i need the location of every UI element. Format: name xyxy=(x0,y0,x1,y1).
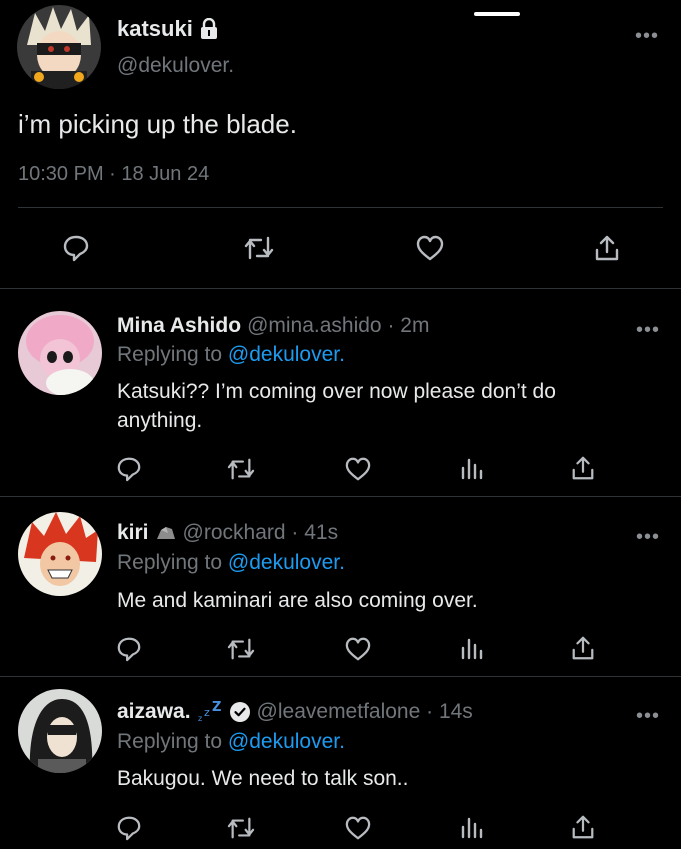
main-tweet-text: i’m picking up the blade. xyxy=(18,109,297,139)
reply-display-name[interactable]: aizawa. xyxy=(117,700,191,724)
reply-text: Bakugou. We need to talk son.. xyxy=(117,767,409,790)
reply-handle-time[interactable]: @rockhard · 41s xyxy=(183,521,339,545)
replying-to-link[interactable]: @dekulover. xyxy=(228,551,345,574)
verified-icon xyxy=(229,701,251,723)
replying-prefix: Replying to xyxy=(117,343,223,366)
reply-header: aizawa. zzZ @leavemetfalone · 14s xyxy=(117,700,473,724)
main-display-name-row: katsuki xyxy=(117,16,219,42)
retweet-icon[interactable] xyxy=(227,456,255,482)
reply-text: Katsuki?? I’m coming over now please don… xyxy=(117,380,556,432)
main-timestamp[interactable]: 10:30 PM · 18 Jun 24 xyxy=(18,163,209,186)
main-display-name[interactable]: katsuki xyxy=(117,16,193,42)
share-icon[interactable] xyxy=(570,634,596,662)
analytics-icon[interactable] xyxy=(459,636,483,660)
divider xyxy=(0,288,681,289)
share-icon[interactable] xyxy=(570,454,596,482)
replying-to: Replying to @dekulover. xyxy=(117,730,345,754)
reply-icon[interactable] xyxy=(116,815,142,841)
retweet-icon[interactable] xyxy=(244,234,274,262)
replying-to-link[interactable]: @dekulover. xyxy=(228,343,345,366)
reply-handle-time[interactable]: @leavemetfalone · 14s xyxy=(257,700,473,724)
like-icon[interactable] xyxy=(344,815,372,841)
rock-emoji-icon xyxy=(155,525,177,541)
replying-to: Replying to @dekulover. xyxy=(117,551,345,575)
analytics-icon[interactable] xyxy=(459,456,483,480)
reply-text: Me and kaminari are also coming over. xyxy=(117,589,478,612)
reply-header: Mina Ashido @mina.ashido · 2m xyxy=(117,314,429,338)
like-icon[interactable] xyxy=(415,234,445,262)
divider xyxy=(0,496,681,497)
reply-icon[interactable] xyxy=(116,636,142,662)
analytics-icon[interactable] xyxy=(459,815,483,839)
reply-more-icon[interactable]: ••• xyxy=(636,706,660,726)
avatar-aizawa[interactable] xyxy=(18,689,102,773)
main-more-icon[interactable]: ••• xyxy=(635,26,659,46)
like-icon[interactable] xyxy=(344,456,372,482)
like-icon[interactable] xyxy=(344,636,372,662)
svg-text:z: z xyxy=(198,714,202,723)
reply-display-name[interactable]: kiri xyxy=(117,521,149,545)
main-handle[interactable]: @dekulover. xyxy=(117,54,234,78)
share-icon[interactable] xyxy=(570,813,596,841)
replying-to: Replying to @dekulover. xyxy=(117,343,345,367)
share-icon[interactable] xyxy=(593,233,621,263)
replying-prefix: Replying to xyxy=(117,730,223,753)
sheet-grabber[interactable] xyxy=(474,12,520,16)
reply-more-icon[interactable]: ••• xyxy=(636,527,660,547)
svg-text:z: z xyxy=(204,706,210,719)
divider xyxy=(18,207,663,208)
lock-icon xyxy=(199,18,219,40)
reply-header: kiri @rockhard · 41s xyxy=(117,521,338,545)
zzz-emoji-icon: zzZ xyxy=(197,701,223,723)
reply-display-name[interactable]: Mina Ashido xyxy=(117,314,241,338)
replying-to-link[interactable]: @dekulover. xyxy=(228,730,345,753)
reply-icon[interactable] xyxy=(116,456,142,482)
reply-icon[interactable] xyxy=(62,234,90,262)
reply-handle-time[interactable]: @mina.ashido · 2m xyxy=(247,314,429,338)
svg-text:Z: Z xyxy=(212,701,221,715)
reply-more-icon[interactable]: ••• xyxy=(636,320,660,340)
retweet-icon[interactable] xyxy=(227,815,255,841)
divider xyxy=(0,676,681,677)
avatar-mina[interactable] xyxy=(18,311,102,395)
retweet-icon[interactable] xyxy=(227,636,255,662)
avatar-katsuki[interactable] xyxy=(17,5,101,89)
avatar-kiri[interactable] xyxy=(18,512,102,596)
replying-prefix: Replying to xyxy=(117,551,223,574)
